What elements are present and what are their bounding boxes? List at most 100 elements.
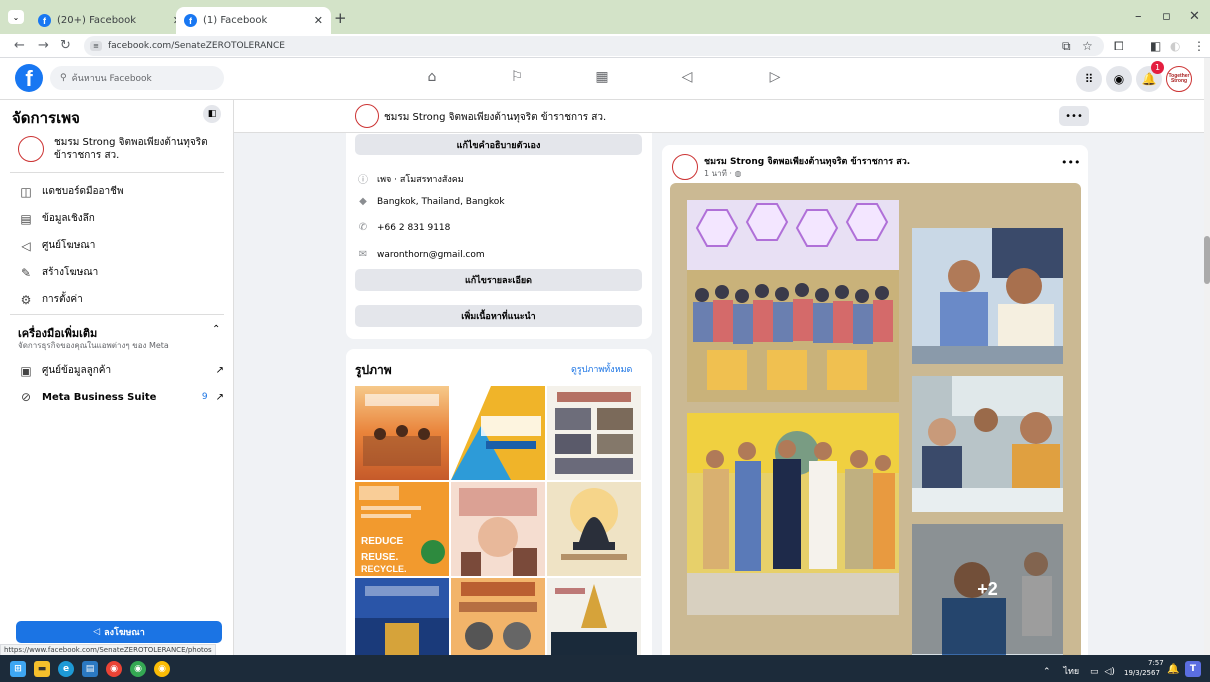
- post-timestamp[interactable]: 1 นาที · ◍: [704, 167, 741, 180]
- post-photo[interactable]: [687, 200, 899, 402]
- chrome-menu-icon[interactable]: ⋮: [1193, 39, 1205, 53]
- video-icon[interactable]: ▷: [765, 69, 785, 85]
- edit-bio-button[interactable]: แก้ไขคำอธิบายตัวเอง: [355, 134, 642, 155]
- browser-tab-2[interactable]: f (1) Facebook ✕: [176, 7, 331, 34]
- edge-browser-icon[interactable]: e: [58, 661, 74, 677]
- svg-text:REUSE.: REUSE.: [361, 552, 398, 563]
- photo-thumbnail[interactable]: REDUCE REUSE. RECYCLE.: [355, 482, 449, 576]
- chevron-up-icon[interactable]: ⌃: [1043, 667, 1051, 677]
- edit-details-button[interactable]: แก้ไขรายละเอียด: [355, 269, 642, 291]
- photos-title: รูปภาพ: [355, 363, 392, 377]
- location-text: Bangkok, Thailand, Bangkok: [377, 196, 505, 207]
- page-header-avatar[interactable]: [355, 104, 379, 128]
- tab-search-icon[interactable]: ⌄: [8, 10, 24, 24]
- restore-icon[interactable]: ▫: [1162, 9, 1171, 24]
- post-photo[interactable]: [912, 228, 1063, 364]
- translate-icon[interactable]: ⧉: [1062, 39, 1071, 54]
- home-icon[interactable]: ⌂: [422, 69, 442, 85]
- settings-icon: ⚙: [20, 292, 32, 307]
- email-text[interactable]: waronthorn@gmail.com: [377, 250, 485, 260]
- page-header-name[interactable]: ชมรม Strong จิตพอเพียงต้านทุจริต ข้าราชก…: [384, 110, 606, 125]
- menu-grid-icon[interactable]: ⠿: [1076, 66, 1102, 92]
- post-photo[interactable]: [687, 413, 899, 615]
- extensions-icon[interactable]: ⧠: [1114, 39, 1124, 54]
- photo-thumbnail[interactable]: [547, 386, 641, 480]
- chrome-icon[interactable]: ◉: [106, 661, 122, 677]
- page-avatar[interactable]: [18, 136, 44, 162]
- advertise-button[interactable]: ◁ ลงโฆษณา: [16, 621, 222, 643]
- bookmark-star-icon[interactable]: ☆: [1082, 39, 1093, 53]
- sidebar-item-create-ad[interactable]: ✎ สร้างโฆษณา: [18, 265, 98, 280]
- sidebar-item-label: สร้างโฆษณา: [42, 267, 99, 278]
- sidebar-item-dashboard[interactable]: ◫ แดชบอร์ดมืออาชีพ: [18, 184, 123, 199]
- see-all-photos-link[interactable]: ดูรูปภาพทั้งหมด: [571, 362, 632, 376]
- photo-thumbnail[interactable]: [451, 386, 545, 480]
- photo-thumbnail[interactable]: [451, 482, 545, 576]
- category-text: เพจ · สโมสรทางสังคม: [377, 174, 464, 185]
- close-window-icon[interactable]: ✕: [1189, 9, 1200, 24]
- url-field[interactable]: ≡ facebook.com/SenateZEROTOLERANCE: [84, 36, 1104, 56]
- sidepanel-icon[interactable]: ◧: [1150, 39, 1161, 53]
- sidebar-item-customer-center[interactable]: ▣ ศูนย์ข้อมูลลูกค้า ↗: [18, 363, 224, 378]
- reload-icon[interactable]: ↻: [60, 38, 71, 53]
- forward-icon[interactable]: →: [38, 38, 49, 53]
- post-author-avatar[interactable]: [672, 154, 698, 180]
- profile-icon[interactable]: ◐: [1170, 39, 1180, 53]
- volume-icon[interactable]: ◁): [1104, 667, 1114, 677]
- info-icon: ⓘ: [358, 175, 368, 186]
- more-photos-overlay[interactable]: +2: [912, 524, 1063, 654]
- store-icon[interactable]: ▤: [82, 661, 98, 677]
- sidebar-item-insights[interactable]: ▤ ข้อมูลเชิงลึก: [18, 211, 95, 226]
- add-featured-button[interactable]: เพิ่มเนื้อหาที่แนะนำ: [355, 305, 642, 327]
- sidebar-item-label: ศูนย์โฆษณา: [42, 240, 96, 251]
- photo-thumbnail[interactable]: [355, 578, 449, 655]
- sidebar-item-label: การตั้งค่า: [42, 294, 83, 305]
- system-tray[interactable]: ⌃ ไทย ▭ ◁): [1043, 664, 1115, 678]
- tab-title: (1) Facebook: [203, 15, 268, 26]
- photo-thumbnail[interactable]: [547, 578, 641, 655]
- sidebar-item-meta-business-suite[interactable]: ⊘ Meta Business Suite 9 ↗: [18, 390, 224, 404]
- facebook-favicon-icon: f: [38, 14, 51, 27]
- post-author-name[interactable]: ชมรม Strong จิตพอเพียงต้านทุจริต ข้าราชก…: [704, 154, 910, 168]
- megaphone-icon[interactable]: ◁: [677, 69, 697, 85]
- page-scrollbar[interactable]: [1204, 58, 1210, 655]
- more-options-button[interactable]: •••: [1059, 106, 1089, 126]
- sidebar-item-label: Meta Business Suite: [42, 391, 157, 403]
- post-more-options-icon[interactable]: •••: [1061, 156, 1080, 169]
- notification-bell-icon[interactable]: 🔔: [1167, 664, 1179, 675]
- scrollbar-thumb[interactable]: [1204, 236, 1210, 284]
- facebook-search-input[interactable]: ⚲ ค้นหาบน Facebook: [50, 66, 224, 90]
- windows-start-icon[interactable]: ⊞: [10, 661, 26, 677]
- new-tab-button[interactable]: +: [334, 9, 347, 27]
- chevron-up-icon[interactable]: ⌃: [212, 324, 220, 335]
- photo-thumbnail[interactable]: [547, 482, 641, 576]
- messenger-icon[interactable]: ◉: [1106, 66, 1132, 92]
- profile-avatar[interactable]: Together Strong: [1166, 66, 1192, 92]
- minimize-icon[interactable]: –: [1135, 9, 1142, 24]
- teams-icon[interactable]: T: [1185, 661, 1201, 677]
- close-tab-icon[interactable]: ✕: [314, 14, 323, 27]
- facebook-logo-icon[interactable]: f: [15, 64, 43, 92]
- flag-icon[interactable]: ⚐: [507, 69, 527, 85]
- chrome-profile-icon[interactable]: ◉: [130, 661, 146, 677]
- file-explorer-icon[interactable]: ▬: [34, 661, 50, 677]
- chrome-profile-2-icon[interactable]: ◉: [154, 661, 170, 677]
- photo-thumbnail[interactable]: [451, 578, 545, 655]
- clock-time[interactable]: 7:57: [1148, 659, 1164, 667]
- sidebar-item-settings[interactable]: ⚙ การตั้งค่า: [18, 292, 83, 307]
- photo-thumbnail[interactable]: [355, 386, 449, 480]
- phone-icon: ✆: [358, 222, 368, 233]
- stats-icon[interactable]: ▦: [592, 69, 612, 85]
- input-language[interactable]: ไทย: [1063, 667, 1079, 677]
- sidebar-item-ad-center[interactable]: ◁ ศูนย์โฆษณา: [18, 238, 95, 253]
- create-ad-icon: ✎: [20, 265, 32, 280]
- back-icon[interactable]: ←: [14, 38, 25, 53]
- collapse-sidebar-icon[interactable]: ◧: [203, 105, 221, 123]
- sidebar-page-name[interactable]: ชมรม Strong จิตพอเพียงต้านทุจริต ข้าราชก…: [54, 136, 224, 162]
- site-info-icon[interactable]: ≡: [90, 41, 102, 51]
- browser-tab-1[interactable]: f (20+) Facebook ✕: [30, 7, 190, 34]
- post-photo[interactable]: [912, 376, 1063, 512]
- clock-date[interactable]: 19/3/2567: [1124, 669, 1160, 677]
- network-icon[interactable]: ▭: [1090, 667, 1099, 677]
- email-row: ✉ waronthorn@gmail.com: [357, 249, 485, 260]
